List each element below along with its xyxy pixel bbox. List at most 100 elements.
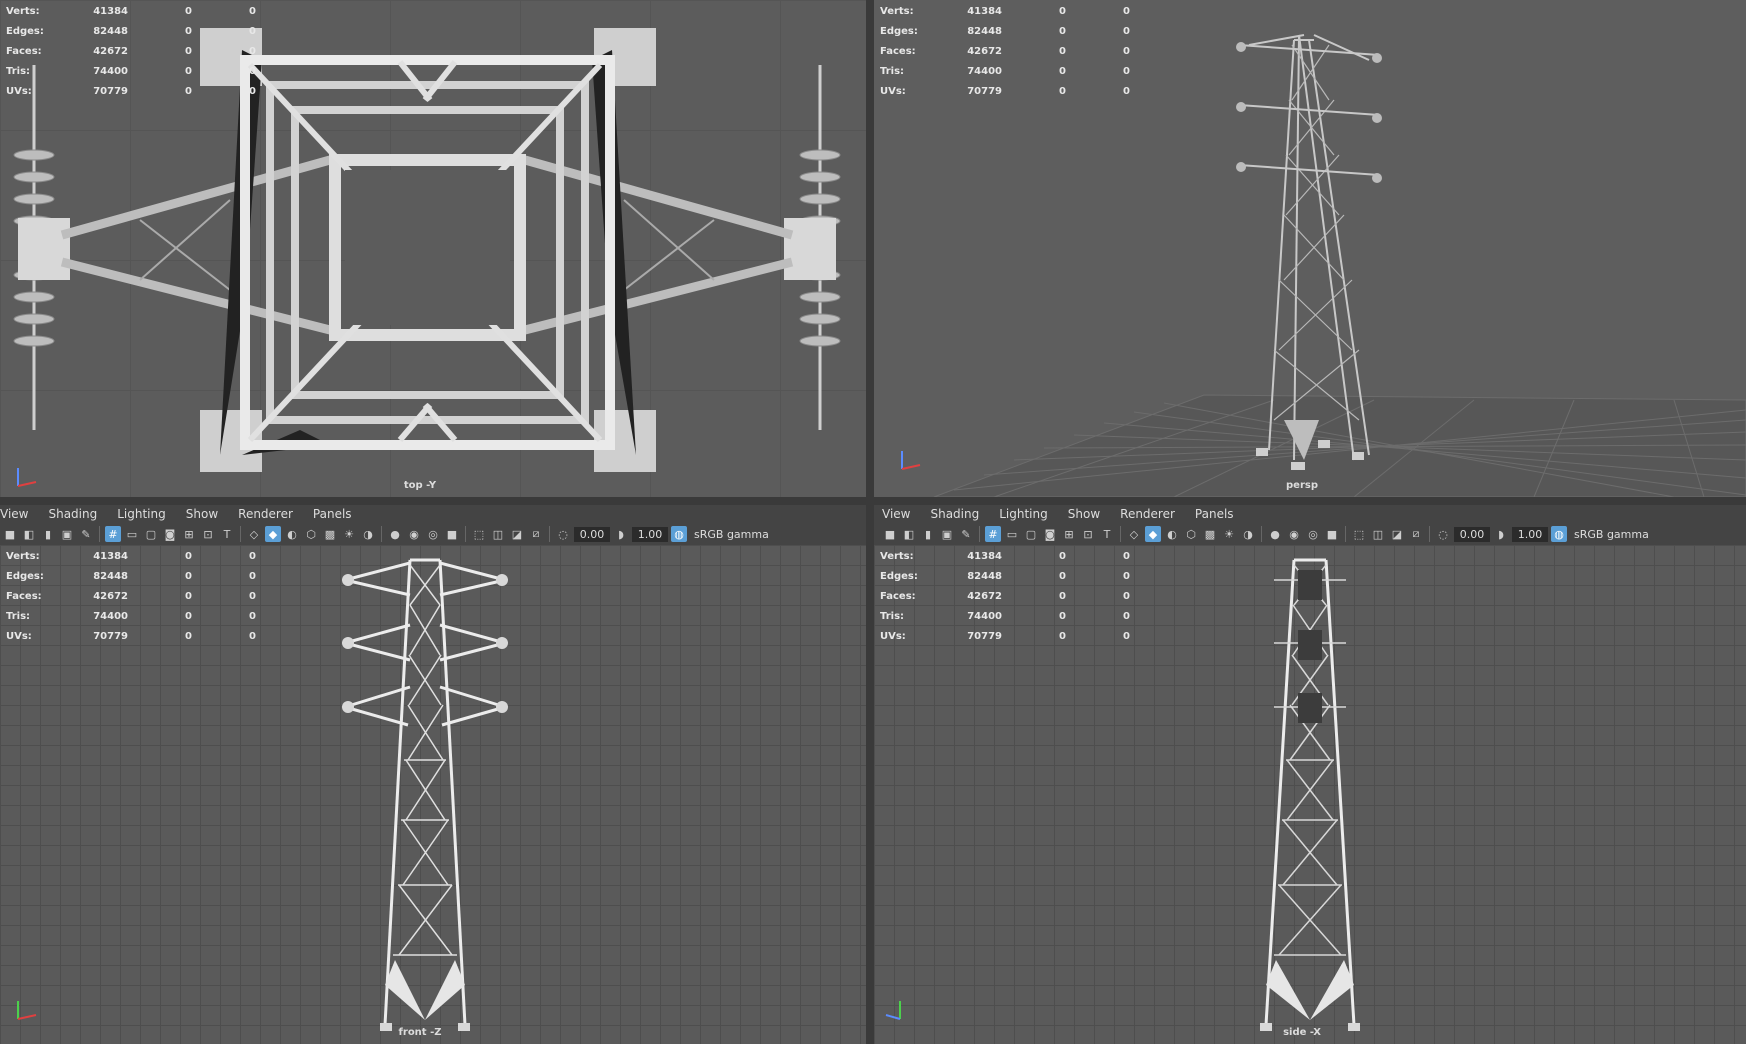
color-management-icon[interactable]: ◍ — [1551, 526, 1567, 542]
color-management-icon[interactable]: ◍ — [671, 526, 687, 542]
field-chart-icon[interactable]: ⊞ — [1061, 526, 1077, 542]
xray-active-icon[interactable]: ◪ — [1389, 526, 1405, 542]
grid-icon[interactable]: # — [985, 526, 1001, 542]
panel-menubar: View Shading Lighting Show Renderer Pane… — [0, 505, 866, 523]
menu-panels[interactable]: Panels — [313, 507, 352, 521]
viewport-side[interactable]: Verts: 41384 0 0 Edges: 82448 0 0 Faces: 42672 0… — [874, 545, 1746, 1044]
gamma-icon[interactable]: ◗ — [613, 526, 629, 542]
xray-icon[interactable]: ◫ — [490, 526, 506, 542]
image-plane-icon[interactable]: ▣ — [59, 526, 75, 542]
viewport-top[interactable]: Verts: 41384 0 0 Edges: 82448 0 0 Faces: 42672 0… — [0, 0, 866, 497]
camera-label: top -Y — [403, 480, 437, 491]
menu-lighting[interactable]: Lighting — [999, 507, 1048, 521]
exposure-field[interactable]: 0.00 — [1454, 526, 1490, 542]
default-material-icon[interactable]: ◐ — [1164, 526, 1180, 542]
depth-of-field-icon[interactable]: ■ — [1324, 526, 1340, 542]
menu-shading[interactable]: Shading — [48, 507, 97, 521]
separator — [1261, 526, 1262, 542]
camera-attrs-icon[interactable]: ◧ — [901, 526, 917, 542]
poly-count-hud: Verts: 41384 0 0 Edges: 82448 0 0 Faces: 42672 0… — [880, 6, 1130, 97]
xray-joints-icon[interactable]: ⧄ — [528, 526, 544, 542]
image-plane-icon[interactable]: ▣ — [939, 526, 955, 542]
bookmark-icon[interactable]: ▮ — [40, 526, 56, 542]
motion-blur-icon[interactable]: ◉ — [1286, 526, 1302, 542]
viewport-divider-vertical[interactable] — [866, 0, 874, 1044]
axis-gizmo-icon — [885, 1001, 901, 1020]
field-chart-icon[interactable]: ⊞ — [181, 526, 197, 542]
panel-toolbar: ■ ◧ ▮ ▣ ✎ # ▭ ▢ ◙ ⊞ ⊡ T ◇ ◆ ◐ ⬡ ▩ ☀ ◑ ● … — [0, 523, 868, 545]
menu-shading[interactable]: Shading — [930, 507, 979, 521]
camera-icon[interactable]: ■ — [882, 526, 898, 542]
bookmark-icon[interactable]: ▮ — [920, 526, 936, 542]
safe-action-icon[interactable]: ⊡ — [200, 526, 216, 542]
separator — [1345, 526, 1346, 542]
xray-joints-icon[interactable]: ⧄ — [1408, 526, 1424, 542]
viewport-persp[interactable]: Verts: 41384 0 0 Edges: 82448 0 0 Faces: 42672 0… — [874, 0, 1746, 497]
smooth-shade-icon[interactable]: ◆ — [1145, 526, 1161, 542]
separator — [240, 526, 241, 542]
anti-alias-icon[interactable]: ◎ — [1305, 526, 1321, 542]
separator — [1120, 526, 1121, 542]
isolate-select-icon[interactable]: ⬚ — [1351, 526, 1367, 542]
axis-gizmo-icon — [901, 451, 921, 470]
exposure-field[interactable]: 0.00 — [574, 526, 610, 542]
xray-active-icon[interactable]: ◪ — [509, 526, 525, 542]
grease-pencil-icon[interactable]: ✎ — [958, 526, 974, 542]
camera-label: front -Z — [398, 1027, 442, 1038]
film-gate-icon[interactable]: ▭ — [124, 526, 140, 542]
viewport-divider-horizontal[interactable] — [0, 497, 1746, 505]
gamma-field[interactable]: 1.00 — [1512, 526, 1548, 542]
separator — [465, 526, 466, 542]
gamma-field[interactable]: 1.00 — [632, 526, 668, 542]
film-gate-icon[interactable]: ▭ — [1004, 526, 1020, 542]
textured-icon[interactable]: ▩ — [1202, 526, 1218, 542]
viewport-front[interactable]: Verts: 41384 0 0 Edges: 82448 0 0 Faces: 42672 0… — [0, 545, 866, 1044]
menu-renderer[interactable]: Renderer — [238, 507, 293, 521]
safe-title-icon[interactable]: T — [1099, 526, 1115, 542]
xray-icon[interactable]: ◫ — [1370, 526, 1386, 542]
ambient-occlusion-icon[interactable]: ● — [387, 526, 403, 542]
menu-renderer[interactable]: Renderer — [1120, 507, 1175, 521]
shadows-icon[interactable]: ◑ — [360, 526, 376, 542]
camera-attrs-icon[interactable]: ◧ — [21, 526, 37, 542]
safe-action-icon[interactable]: ⊡ — [1080, 526, 1096, 542]
shadows-icon[interactable]: ◑ — [1240, 526, 1256, 542]
gate-mask-icon[interactable]: ◙ — [1042, 526, 1058, 542]
wireframe-on-shaded-icon[interactable]: ⬡ — [1183, 526, 1199, 542]
exposure-icon[interactable]: ◌ — [1435, 526, 1451, 542]
separator — [549, 526, 550, 542]
ambient-occlusion-icon[interactable]: ● — [1267, 526, 1283, 542]
smooth-shade-icon[interactable]: ◆ — [265, 526, 281, 542]
grid-icon[interactable]: # — [105, 526, 121, 542]
resolution-gate-icon[interactable]: ▢ — [143, 526, 159, 542]
lights-icon[interactable]: ☀ — [1221, 526, 1237, 542]
wireframe-on-shaded-icon[interactable]: ⬡ — [303, 526, 319, 542]
wireframe-icon[interactable]: ◇ — [1126, 526, 1142, 542]
menu-lighting[interactable]: Lighting — [117, 507, 166, 521]
lights-icon[interactable]: ☀ — [341, 526, 357, 542]
gamma-icon[interactable]: ◗ — [1493, 526, 1509, 542]
gate-mask-icon[interactable]: ◙ — [162, 526, 178, 542]
depth-of-field-icon[interactable]: ■ — [444, 526, 460, 542]
isolate-select-icon[interactable]: ⬚ — [471, 526, 487, 542]
menu-show[interactable]: Show — [186, 507, 218, 521]
poly-count-hud: Verts: 41384 0 0 Edges: 82448 0 0 Faces: 42672 0… — [880, 551, 1130, 642]
separator — [979, 526, 980, 542]
anti-alias-icon[interactable]: ◎ — [425, 526, 441, 542]
grease-pencil-icon[interactable]: ✎ — [78, 526, 94, 542]
menu-view[interactable]: View — [882, 507, 910, 521]
default-material-icon[interactable]: ◐ — [284, 526, 300, 542]
menu-show[interactable]: Show — [1068, 507, 1100, 521]
color-space-label[interactable]: sRGB gamma — [694, 528, 769, 541]
color-space-label[interactable]: sRGB gamma — [1574, 528, 1649, 541]
camera-icon[interactable]: ■ — [2, 526, 18, 542]
safe-title-icon[interactable]: T — [219, 526, 235, 542]
motion-blur-icon[interactable]: ◉ — [406, 526, 422, 542]
exposure-icon[interactable]: ◌ — [555, 526, 571, 542]
textured-icon[interactable]: ▩ — [322, 526, 338, 542]
axis-gizmo-icon — [17, 468, 37, 487]
menu-panels[interactable]: Panels — [1195, 507, 1234, 521]
resolution-gate-icon[interactable]: ▢ — [1023, 526, 1039, 542]
wireframe-icon[interactable]: ◇ — [246, 526, 262, 542]
menu-view[interactable]: View — [0, 507, 28, 521]
